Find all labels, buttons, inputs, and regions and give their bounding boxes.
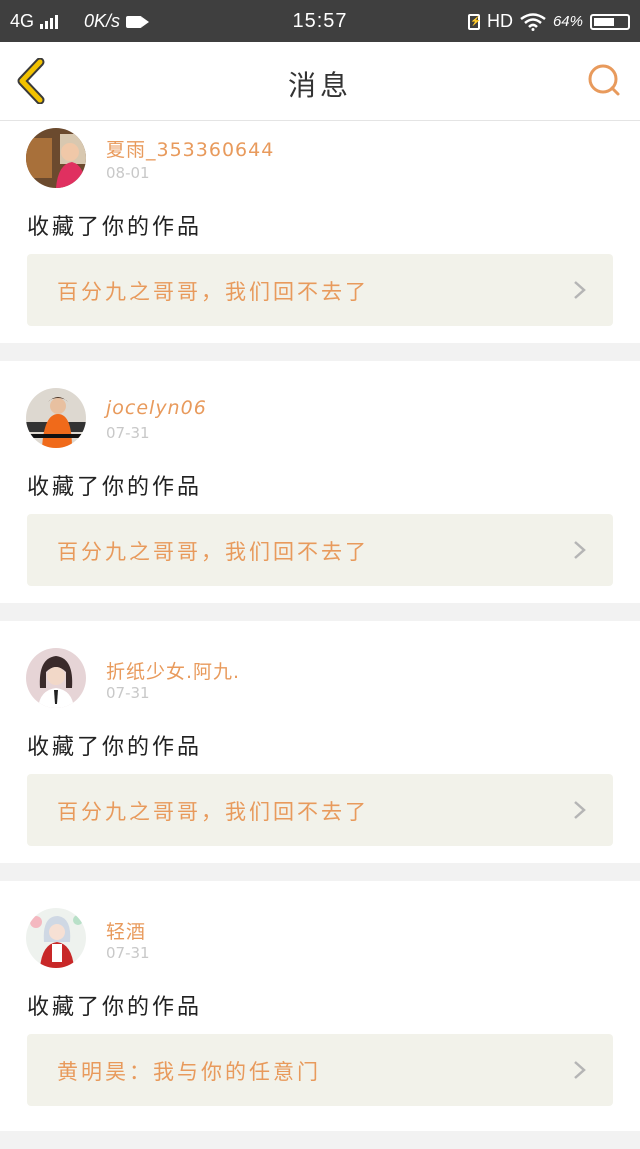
- search-icon[interactable]: [586, 62, 622, 98]
- chevron-right-icon: [574, 541, 586, 559]
- username[interactable]: jocelyn06: [106, 397, 207, 419]
- work-title: 百分九之哥哥，我们回不去了: [57, 800, 369, 824]
- username[interactable]: 折纸少女.阿九.: [106, 657, 240, 684]
- message-action: 收藏了你的作品: [27, 735, 203, 760]
- battery-percent: 64%: [552, 13, 583, 30]
- page-title: 消息: [287, 69, 352, 102]
- avatar[interactable]: [26, 648, 86, 708]
- work-title: 黄明昊：我与你的任意门: [57, 1060, 321, 1084]
- work-link[interactable]: 百分九之哥哥，我们回不去了: [27, 774, 613, 846]
- work-title: 百分九之哥哥，我们回不去了: [57, 540, 369, 564]
- nav-bar: 消息: [0, 42, 640, 121]
- message-card: jocelyn06 07-31 收藏了你的作品 百分九之哥哥，我们回不去了: [0, 361, 640, 603]
- wifi-icon: [520, 12, 546, 31]
- work-link[interactable]: 百分九之哥哥，我们回不去了: [27, 254, 613, 326]
- message-date: 07-31: [106, 944, 150, 962]
- message-card: 轻酒 07-31 收藏了你的作品 黄明昊：我与你的任意门: [0, 881, 640, 1131]
- status-bar: 4G 0K/s 15:57 HD 64%: [0, 0, 640, 42]
- hd-indicator: HD: [486, 11, 513, 31]
- username[interactable]: 轻酒: [106, 917, 146, 944]
- battery-icon: [590, 13, 630, 30]
- chevron-right-icon: [574, 1061, 586, 1079]
- work-title: 百分九之哥哥，我们回不去了: [57, 280, 369, 304]
- avatar[interactable]: [26, 388, 86, 448]
- charging-icon: [467, 13, 481, 30]
- work-link[interactable]: 黄明昊：我与你的任意门: [27, 1034, 613, 1106]
- username[interactable]: 夏雨_353360644: [106, 135, 274, 162]
- message-date: 08-01: [106, 164, 150, 182]
- message-action: 收藏了你的作品: [27, 475, 203, 500]
- work-link[interactable]: 百分九之哥哥，我们回不去了: [27, 514, 613, 586]
- message-list: 夏雨_353360644 08-01 收藏了你的作品 百分九之哥哥，我们回不去了…: [0, 121, 640, 1149]
- chevron-right-icon: [574, 801, 586, 819]
- message-card: 夏雨_353360644 08-01 收藏了你的作品 百分九之哥哥，我们回不去了: [0, 121, 640, 343]
- message-date: 07-31: [106, 684, 150, 702]
- message-action: 收藏了你的作品: [27, 995, 203, 1020]
- message-date: 07-31: [106, 424, 150, 442]
- message-action: 收藏了你的作品: [27, 215, 203, 240]
- avatar[interactable]: [26, 908, 86, 968]
- chevron-right-icon: [574, 281, 586, 299]
- avatar[interactable]: [26, 128, 86, 188]
- message-card: 折纸少女.阿九. 07-31 收藏了你的作品 百分九之哥哥，我们回不去了: [0, 621, 640, 863]
